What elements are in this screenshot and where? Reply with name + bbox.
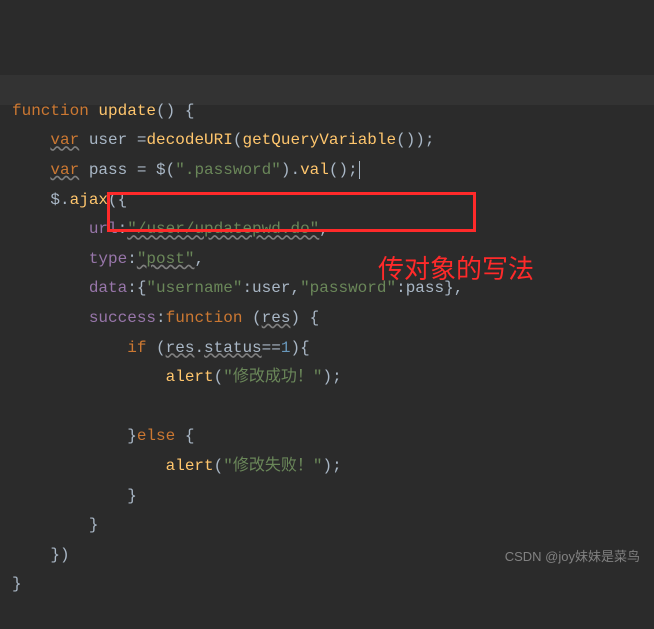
text-cursor [359,161,360,179]
code-editor[interactable]: function update() { var user =decodeURI(… [12,8,642,629]
keyword-function: function [12,102,89,120]
keyword-var: var [50,131,79,149]
keyword-var: var [50,161,79,179]
function-name: update [98,102,156,120]
code-content: function update() { var user =decodeURI(… [12,97,642,600]
annotation-text: 传对象的写法 [378,245,534,293]
